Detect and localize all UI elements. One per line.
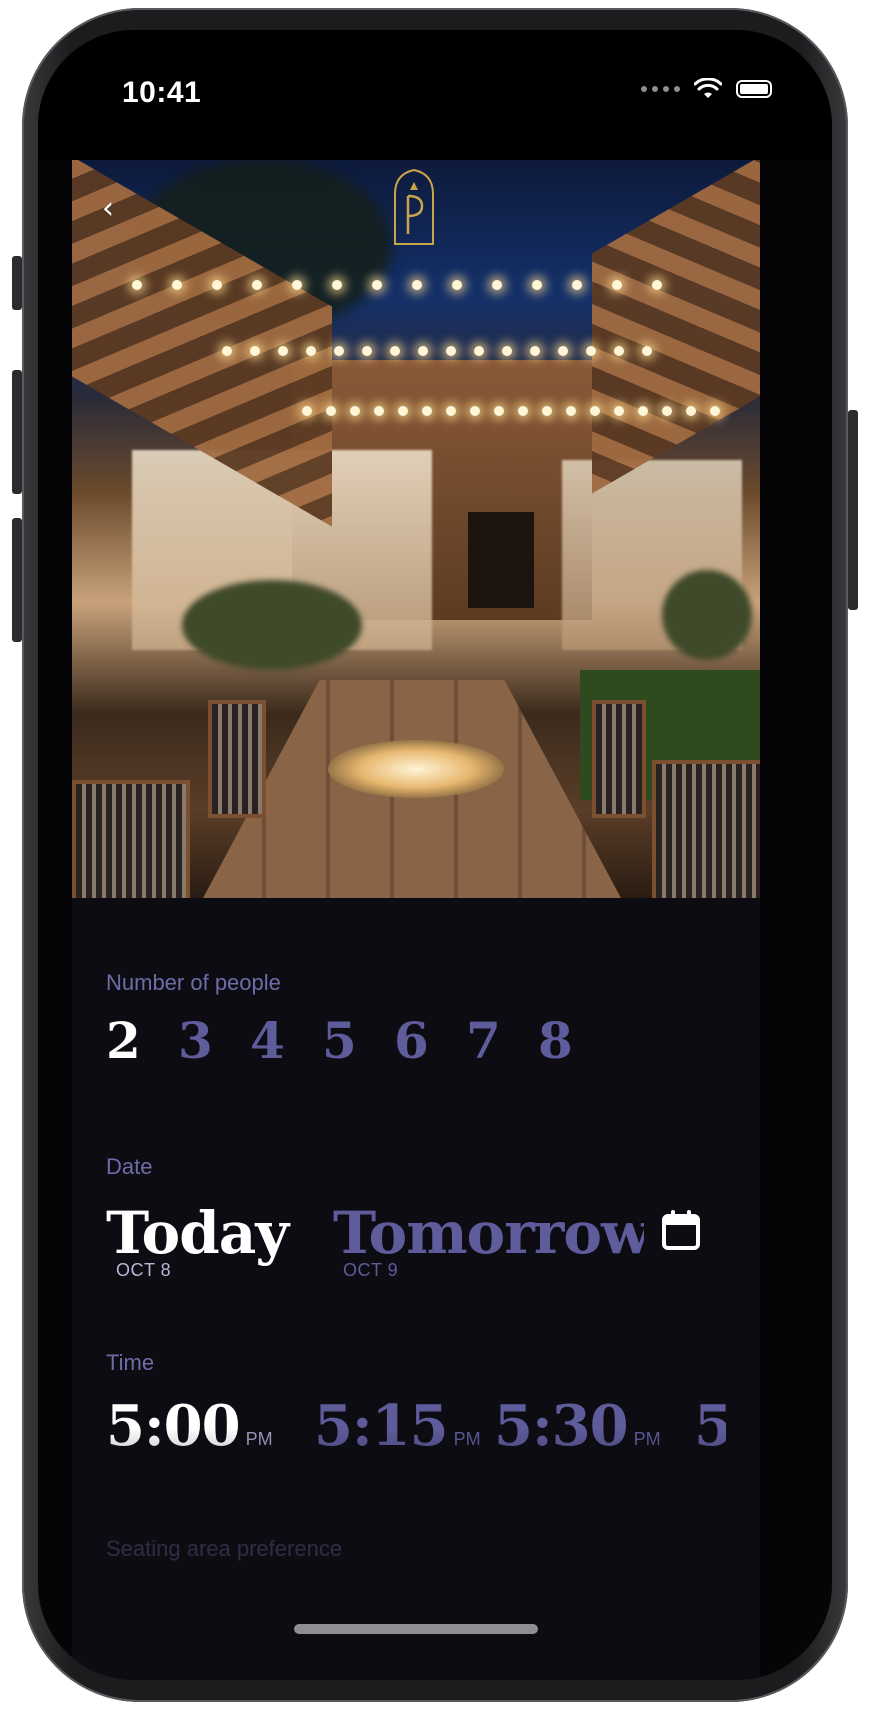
party-size-selector: 2 3 4 5 6 7 8	[106, 1016, 610, 1066]
string-light	[252, 280, 262, 290]
status-icons	[641, 78, 772, 100]
string-light	[412, 280, 422, 290]
string-light	[470, 406, 480, 416]
string-light	[614, 406, 624, 416]
string-light	[474, 346, 484, 356]
string-light	[686, 406, 696, 416]
string-light	[566, 406, 576, 416]
party-size-option[interactable]: 5	[322, 1016, 394, 1066]
party-size-option[interactable]: 2	[106, 1016, 178, 1066]
reservation-form: Number of people 2 3 4 5 6 7 8 Date Toda…	[72, 898, 760, 1680]
string-light	[502, 346, 512, 356]
string-light	[278, 346, 288, 356]
party-size-label: Number of people	[106, 970, 281, 995]
date-option-label: Today	[106, 1199, 289, 1267]
string-light	[132, 280, 142, 290]
string-light	[530, 346, 540, 356]
string-light	[590, 406, 600, 416]
date-label: Date	[106, 1154, 153, 1179]
date-option-subtitle: OCT 9	[343, 1260, 399, 1280]
home-indicator[interactable]	[294, 1624, 538, 1634]
status-time: 10:41	[122, 76, 202, 109]
string-light	[212, 280, 222, 290]
string-light	[586, 346, 596, 356]
status-bar: 10:41	[38, 30, 832, 160]
hero-photo: ‹	[72, 160, 760, 898]
back-button[interactable]: ‹	[102, 194, 114, 224]
string-light	[306, 346, 316, 356]
date-option-today[interactable]: Today OCT 8	[106, 1199, 289, 1280]
string-light	[446, 346, 456, 356]
string-light	[642, 346, 652, 356]
string-light	[710, 406, 720, 416]
string-light	[350, 406, 360, 416]
power-button	[848, 410, 858, 610]
screen: 10:41 ‹ Number of people 2 3 4 5 6 7 8 D…	[38, 30, 832, 1680]
seating-preference-label: Seating area preference	[106, 1536, 343, 1561]
date-selector: Today OCT 8 Tomorrow OCT 9	[106, 1204, 746, 1294]
mute-switch	[12, 256, 22, 310]
volume-up-button	[12, 370, 22, 494]
string-light	[292, 280, 302, 290]
volume-down-button	[12, 518, 22, 642]
cellular-dots-icon	[641, 86, 680, 92]
restaurant-logo	[394, 168, 434, 245]
string-light	[558, 346, 568, 356]
party-size-option[interactable]: 7	[466, 1016, 538, 1066]
string-light	[302, 406, 312, 416]
string-light	[222, 346, 232, 356]
string-light	[638, 406, 648, 416]
wifi-icon	[694, 78, 722, 98]
date-option-label: Tomorrow	[333, 1204, 644, 1267]
string-light	[398, 406, 408, 416]
string-light	[652, 280, 662, 290]
date-option-tomorrow[interactable]: Tomorrow OCT 9	[333, 1204, 644, 1294]
string-light	[334, 346, 344, 356]
string-light	[418, 346, 428, 356]
string-light	[446, 406, 456, 416]
party-size-option[interactable]: 6	[394, 1016, 466, 1066]
string-light	[612, 280, 622, 290]
string-light	[422, 406, 432, 416]
scroll-fade	[72, 1428, 760, 1548]
string-light	[326, 406, 336, 416]
string-light	[494, 406, 504, 416]
string-light	[662, 406, 672, 416]
string-light	[614, 346, 624, 356]
string-light	[572, 280, 582, 290]
date-option-subtitle: OCT 8	[116, 1260, 172, 1280]
string-light	[542, 406, 552, 416]
string-light	[492, 280, 502, 290]
string-light	[332, 280, 342, 290]
string-light	[452, 280, 462, 290]
string-light	[518, 406, 528, 416]
calendar-icon[interactable]	[662, 1210, 700, 1250]
chevron-left-icon: ‹	[102, 191, 114, 226]
party-size-option[interactable]: 3	[178, 1016, 250, 1066]
party-size-option[interactable]: 4	[250, 1016, 322, 1066]
string-light	[532, 280, 542, 290]
time-label: Time	[106, 1350, 155, 1375]
string-light	[374, 406, 384, 416]
string-light	[372, 280, 382, 290]
party-size-option[interactable]: 8	[538, 1016, 610, 1066]
string-light	[172, 280, 182, 290]
string-light	[362, 346, 372, 356]
string-light	[250, 346, 260, 356]
string-light	[390, 346, 400, 356]
battery-icon	[736, 80, 772, 98]
